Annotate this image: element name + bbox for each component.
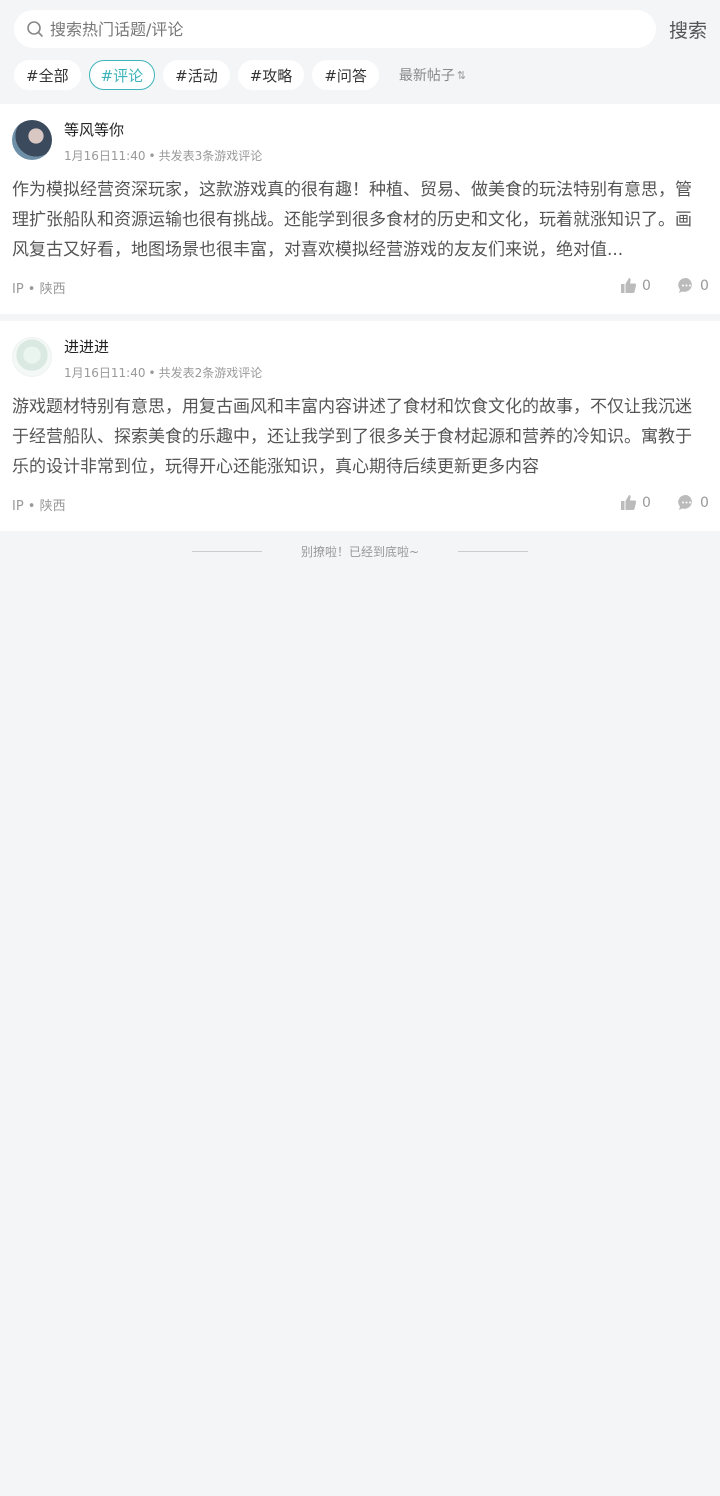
- search-box[interactable]: [14, 10, 656, 48]
- end-of-list-text: 别撩啦！已经到底啦~: [300, 545, 420, 559]
- like-count: 0: [642, 277, 651, 294]
- comment-count: 0: [700, 494, 709, 511]
- ip-location: IP • 陕西: [12, 499, 66, 514]
- end-divider-right: [458, 551, 528, 552]
- comment-bubble-icon: [678, 277, 692, 293]
- post-content[interactable]: 作为模拟经营资深玩家，这款游戏真的很有趣！种植、贸易、做美食的玩法特别有意思，管…: [12, 175, 702, 265]
- search-input[interactable]: [50, 19, 610, 39]
- username[interactable]: 进进进: [64, 336, 109, 357]
- search-button[interactable]: 搜索: [664, 16, 712, 42]
- comment-count: 0: [700, 277, 709, 294]
- search-icon: [27, 21, 43, 37]
- end-divider-left: [192, 551, 262, 552]
- comment-button[interactable]: 0: [678, 277, 709, 294]
- top-bar: 搜索 #全部 #评论 #活动 #攻略 #问答 最新帖子 ⇅: [0, 0, 720, 104]
- like-button[interactable]: 0: [620, 277, 651, 294]
- thumbs-up-icon: [621, 278, 637, 293]
- username[interactable]: 等风等你: [64, 119, 124, 140]
- post-time: 1月16日11:40: [64, 149, 146, 163]
- ip-location: IP • 陕西: [12, 282, 66, 297]
- tab-comments[interactable]: #评论: [88, 60, 156, 90]
- thumbs-up-icon: [621, 495, 637, 510]
- post-card[interactable]: 进进进 1月16日11:40 • 共发表2条游戏评论 游戏题材特别有意思，用复古画风…: [0, 321, 720, 531]
- post-card[interactable]: 等风等你 1月16日11:40 • 共发表3条游戏评论 作为模拟经营资深玩家，这款游…: [0, 104, 720, 314]
- avatar[interactable]: [12, 337, 52, 377]
- avatar[interactable]: [12, 120, 52, 160]
- sort-arrows-icon: ⇅: [456, 68, 467, 82]
- post-time: 1月16日11:40: [64, 366, 146, 380]
- sort-toggle[interactable]: 最新帖子 ⇅: [399, 65, 466, 85]
- like-button[interactable]: 0: [620, 494, 651, 511]
- post-meta: 1月16日11:40 • 共发表3条游戏评论: [64, 149, 263, 163]
- post-stat: 共发表2条游戏评论: [158, 366, 263, 380]
- tab-guides[interactable]: #攻略: [237, 60, 305, 90]
- post-content[interactable]: 游戏题材特别有意思，用复古画风和丰富内容讲述了食材和饮食文化的故事，不仅让我沉迷…: [12, 392, 702, 482]
- post-meta: 1月16日11:40 • 共发表2条游戏评论: [64, 366, 263, 380]
- like-count: 0: [642, 494, 651, 511]
- post-stat: 共发表3条游戏评论: [158, 149, 263, 163]
- topic-tabs: #全部 #评论 #活动 #攻略 #问答 最新帖子 ⇅: [14, 59, 466, 91]
- tab-events[interactable]: #活动: [163, 60, 230, 90]
- tab-qa[interactable]: #问答: [312, 60, 379, 90]
- comment-button[interactable]: 0: [678, 494, 709, 511]
- tab-all[interactable]: #全部: [14, 60, 81, 90]
- sort-label: 最新帖子: [398, 68, 455, 84]
- comment-bubble-icon: [678, 494, 692, 510]
